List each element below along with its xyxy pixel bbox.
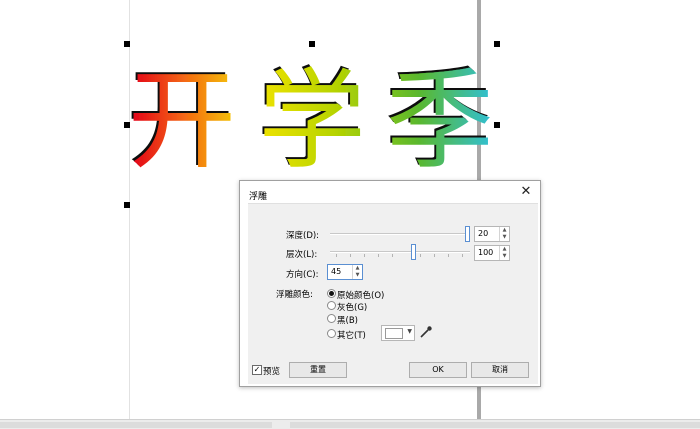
radio-other[interactable] [327, 329, 336, 338]
emboss-dialog: 浮雕 ✕ 深度(D): 20 ▲ ▼ 层次(L): 100 ▲ ▼ 方向(C):… [239, 180, 541, 387]
close-icon[interactable]: ✕ [518, 184, 534, 200]
layers-slider[interactable] [330, 244, 470, 260]
layers-slider-thumb[interactable] [411, 244, 416, 260]
depth-slider-track [330, 233, 470, 235]
layers-spin-arrows[interactable]: ▲ ▼ [499, 246, 509, 260]
preview-checkbox[interactable]: ✓ [252, 365, 262, 375]
slider-tick [448, 254, 449, 257]
slider-tick [420, 254, 421, 257]
layers-value[interactable]: 100 [478, 248, 493, 257]
reset-button[interactable]: 重置 [289, 362, 347, 378]
radio-original-color[interactable] [327, 289, 336, 298]
depth-value[interactable]: 20 [478, 229, 488, 238]
selection-handle-middle-right[interactable] [494, 122, 500, 128]
slider-tick [378, 254, 379, 257]
depth-slider-thumb[interactable] [465, 226, 470, 242]
option-gray[interactable]: 灰色(G) [337, 301, 367, 313]
spin-down-icon[interactable]: ▼ [500, 253, 509, 260]
cancel-button[interactable]: 取消 [471, 362, 529, 378]
emboss-color-label: 浮雕颜色: [276, 290, 313, 300]
color-swatch [385, 328, 403, 339]
radio-black[interactable] [327, 314, 336, 323]
slider-tick [364, 254, 365, 257]
chevron-down-icon: ▼ [407, 328, 412, 335]
spin-up-icon[interactable]: ▲ [500, 246, 509, 253]
depth-spinbox[interactable]: 20 ▲ ▼ [474, 226, 510, 242]
selection-handle-top-right[interactable] [494, 41, 500, 47]
dialog-title: 浮雕 [249, 192, 268, 202]
depth-slider[interactable] [330, 226, 470, 242]
scrollbar-track-left[interactable] [0, 422, 272, 428]
slider-tick [392, 254, 393, 257]
option-black[interactable]: 黑(B) [337, 314, 358, 326]
slider-tick [336, 254, 337, 257]
option-original-color[interactable]: 原始颜色(O) [337, 289, 384, 301]
selection-handle-bottom-left[interactable] [124, 202, 130, 208]
depth-spin-arrows[interactable]: ▲ ▼ [499, 227, 509, 241]
artwork-char-2[interactable]: 学 [258, 59, 366, 184]
depth-label: 深度(D): [286, 231, 320, 241]
spin-up-icon[interactable]: ▲ [500, 227, 509, 234]
ok-button[interactable]: OK [409, 362, 467, 378]
slider-tick [462, 254, 463, 257]
dialog-body: 深度(D): 20 ▲ ▼ 层次(L): 100 ▲ ▼ 方向(C): 45 ▲… [248, 203, 538, 384]
spin-up-icon[interactable]: ▲ [353, 265, 362, 272]
slider-tick [350, 254, 351, 257]
selection-handle-top-middle[interactable] [309, 41, 315, 47]
spin-down-icon[interactable]: ▼ [353, 272, 362, 279]
artwork-char-3[interactable]: 季 [386, 59, 494, 184]
other-color-dropdown[interactable]: ▼ [381, 325, 415, 341]
layers-spinbox[interactable]: 100 ▲ ▼ [474, 245, 510, 261]
selection-handle-middle-left[interactable] [124, 122, 130, 128]
layers-label: 层次(L): [286, 250, 318, 260]
direction-spin-arrows[interactable]: ▲ ▼ [352, 265, 362, 279]
direction-spinbox[interactable]: 45 ▲ ▼ [327, 264, 363, 280]
option-other[interactable]: 其它(T) [337, 329, 366, 341]
eyedropper-icon[interactable] [419, 325, 433, 339]
layers-slider-track [330, 251, 470, 253]
preview-label[interactable]: 预览 [263, 365, 280, 377]
scrollbar-track-right[interactable] [290, 422, 700, 428]
radio-gray[interactable] [327, 301, 336, 310]
slider-tick [434, 254, 435, 257]
spin-down-icon[interactable]: ▼ [500, 234, 509, 241]
direction-label: 方向(C): [286, 270, 319, 280]
direction-value[interactable]: 45 [331, 267, 341, 276]
selection-handle-top-left[interactable] [124, 41, 130, 47]
artwork-char-1[interactable]: 开 [128, 59, 236, 184]
